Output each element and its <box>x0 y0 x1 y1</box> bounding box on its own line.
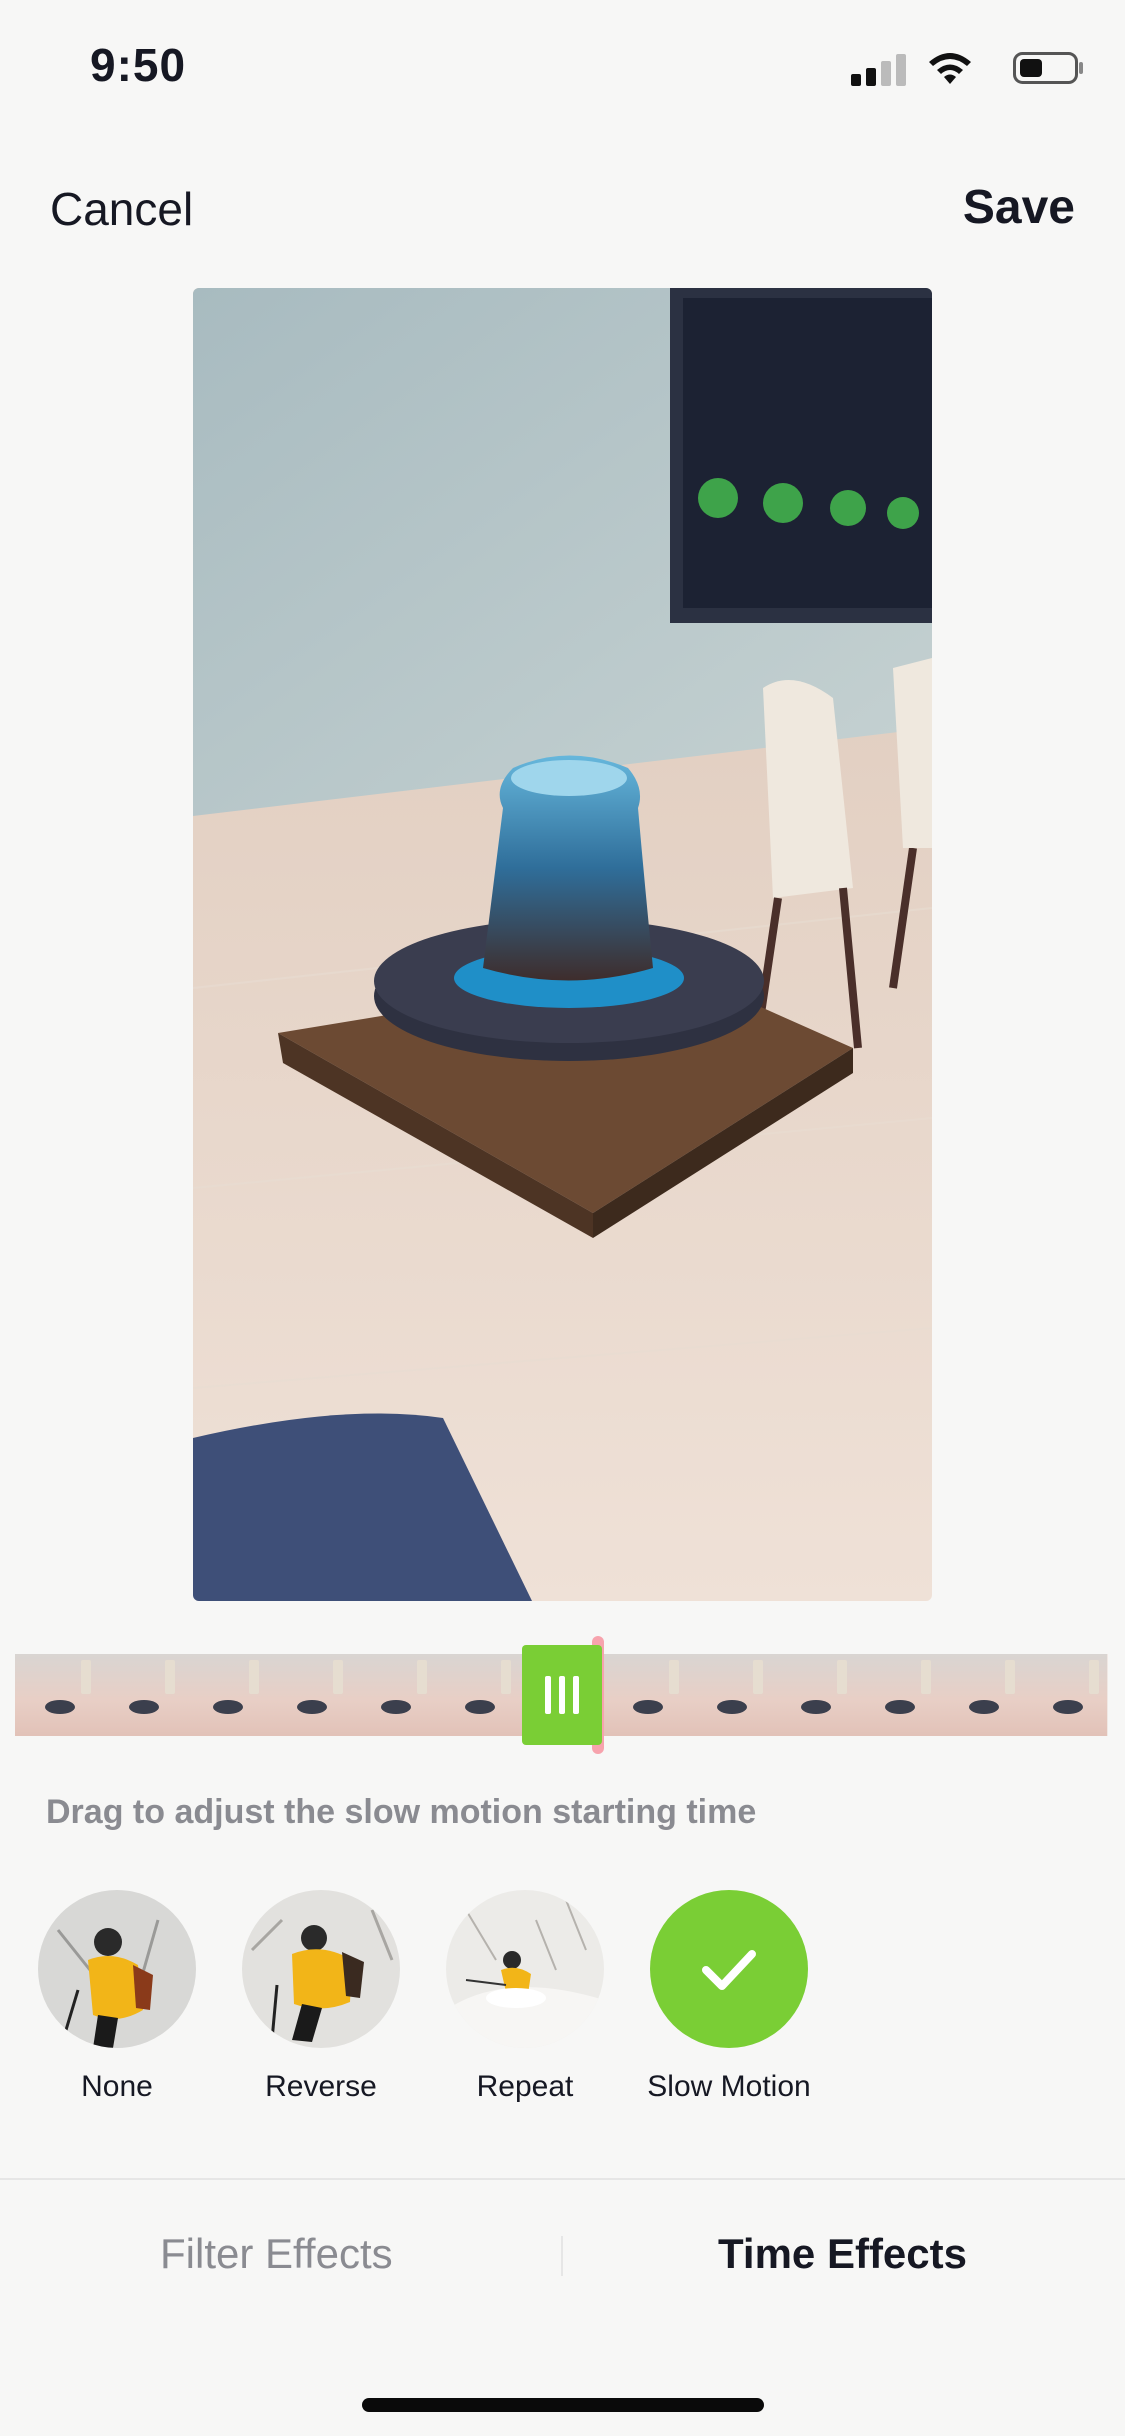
effect-reverse[interactable]: Reverse <box>216 1890 426 2104</box>
timeline-thumbnail <box>603 1654 688 1736</box>
checkmark-icon <box>702 1950 756 1990</box>
timeline-thumbnail <box>351 1654 436 1736</box>
timeline-thumbnail <box>939 1654 1024 1736</box>
drag-handle-icon <box>545 1676 551 1714</box>
effect-label: Reverse <box>265 2070 377 2103</box>
home-indicator[interactable] <box>362 2398 764 2412</box>
timeline-thumbnail <box>267 1654 352 1736</box>
time-effects-row: None Reverse Repeat Slow Motion <box>0 1890 1125 2120</box>
timeline-thumbnail <box>15 1654 100 1736</box>
video-frame-image <box>193 288 932 1601</box>
timeline-thumbnail <box>855 1654 940 1736</box>
slow-motion-drag-handle[interactable] <box>522 1645 602 1745</box>
save-button[interactable]: Save <box>963 180 1075 235</box>
tab-time-effects[interactable]: Time Effects <box>718 2230 967 2278</box>
top-nav: Cancel Save <box>0 170 1125 250</box>
tab-separator <box>561 2236 563 2276</box>
effects-tabs: Filter Effects Time Effects <box>0 2180 1125 2330</box>
battery-icon <box>1013 52 1083 84</box>
timeline-thumbnail <box>99 1654 184 1736</box>
timeline-thumbnail <box>435 1654 520 1736</box>
drag-handle-bar <box>559 1676 565 1714</box>
status-time: 9:50 <box>90 39 187 91</box>
status-icons <box>845 48 1085 88</box>
status-bar: 9:50 <box>0 0 1125 130</box>
cancel-button[interactable]: Cancel <box>50 182 193 236</box>
timeline-thumbnail <box>1023 1654 1108 1736</box>
effect-label: Slow Motion <box>647 2070 811 2103</box>
timeline-thumbnail <box>183 1654 268 1736</box>
effect-repeat[interactable]: Repeat <box>420 1890 630 2104</box>
effect-none[interactable]: None <box>12 1890 222 2104</box>
slow-motion-hint: Drag to adjust the slow motion starting … <box>46 1793 757 1831</box>
timeline-thumbnail <box>687 1654 772 1736</box>
effect-thumbnail-selected <box>650 1890 808 2048</box>
timeline-thumbnail <box>771 1654 856 1736</box>
effect-slow-motion[interactable]: Slow Motion <box>624 1890 834 2104</box>
tab-filter-effects[interactable]: Filter Effects <box>160 2230 393 2278</box>
drag-handle-bar <box>573 1676 579 1714</box>
wifi-icon <box>929 53 971 84</box>
effect-thumbnail <box>38 1890 196 2048</box>
effect-label: None <box>81 2070 153 2103</box>
effect-thumbnail <box>446 1890 604 2048</box>
video-preview[interactable] <box>193 288 932 1601</box>
effect-thumbnail <box>242 1890 400 2048</box>
signal-icon <box>851 52 907 86</box>
effect-label: Repeat <box>476 2070 574 2103</box>
